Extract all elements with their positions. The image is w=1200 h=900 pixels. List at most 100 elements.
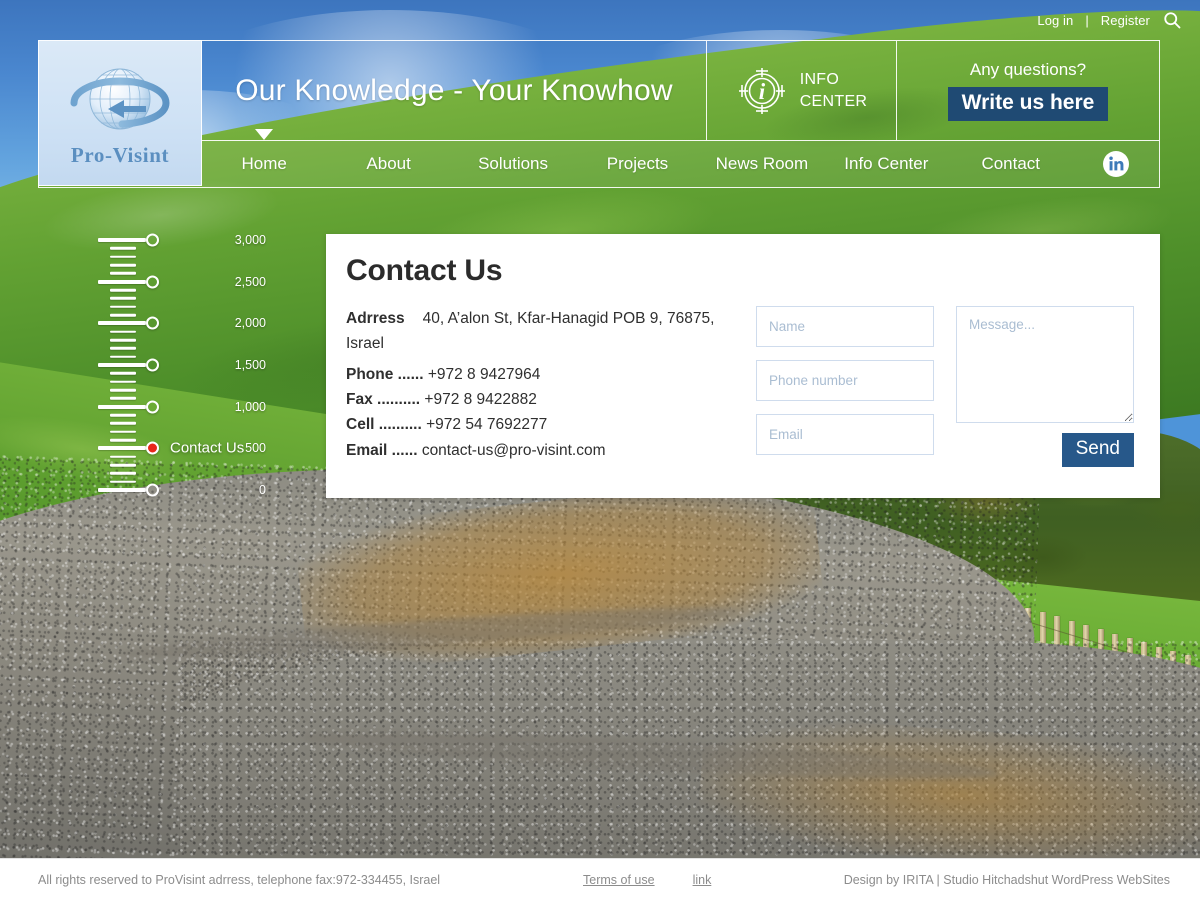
linkedin-icon[interactable] — [1102, 151, 1129, 177]
ruler-minor-tick — [110, 272, 136, 275]
nav-item-projects[interactable]: Projects — [575, 154, 699, 174]
ruler-minor-tick — [110, 247, 136, 250]
info-center-label: INFO CENTER — [800, 69, 868, 112]
globe-orbit-icon — [70, 68, 170, 129]
ruler-node[interactable] — [146, 316, 159, 330]
detail-key: Cell .......... — [346, 416, 422, 434]
ruler-minor-tick — [110, 422, 136, 425]
nav-item-info-center[interactable]: Info Center — [824, 154, 948, 174]
send-button[interactable]: Send — [1061, 433, 1134, 467]
ruler-minor-tick — [110, 288, 136, 292]
message-textarea[interactable] — [956, 306, 1134, 423]
ruler-minor-tick — [110, 355, 136, 358]
info-center-line1: INFO — [799, 70, 840, 88]
ruler-minor-tick — [110, 430, 136, 433]
ruler-minor-tick — [110, 388, 136, 392]
detail-key: Email ...... — [346, 441, 418, 459]
email-input[interactable] — [756, 414, 934, 455]
page-scale-ruler: 3,000 2,500 2,000 1,500 1,000 500 Contact Us 0 — [36, 228, 266, 498]
ask-block: Any questions? Write us here — [897, 41, 1159, 140]
contact-card: Contact Us Adrress 40, A’alon St, Kfar-Ha… — [326, 234, 1160, 498]
site-footer: All rights reserved to ProVisint adrress… — [0, 858, 1200, 900]
ruler-minor-tick — [110, 313, 136, 317]
nav-item-contact[interactable]: Contact — [949, 154, 1073, 174]
ruler-node[interactable] — [146, 400, 159, 414]
info-target-icon: i — [738, 67, 785, 114]
ruler-current-label: Contact Us — [170, 439, 245, 457]
site-header: Pro-Visint Our Knowledge - Your Knowhow — [38, 40, 1160, 188]
ruler-minor-tick — [110, 413, 136, 417]
detail-value: +972 54 7692277 — [426, 416, 548, 434]
ruler-major-tick — [98, 446, 146, 451]
page-title: Contact Us — [346, 254, 503, 287]
nav-item-about[interactable]: About — [326, 154, 450, 174]
info-center-block[interactable]: i INFO CENTER — [707, 41, 897, 140]
name-input[interactable] — [756, 306, 934, 347]
terms-of-use-link[interactable]: Terms of use — [583, 873, 655, 887]
nav-social-block — [1073, 151, 1159, 177]
nav-item-news-room[interactable]: News Room — [700, 154, 824, 174]
ruler-tick-label: 1,500 — [234, 358, 266, 372]
ruler-tick-label: 0 — [259, 483, 266, 497]
page-root: Log in | Register Pro-Visint Our Knowled… — [0, 0, 1200, 900]
ruler-minor-tick — [110, 397, 136, 400]
nav-item-solutions[interactable]: Solutions — [451, 154, 575, 174]
form-right-column: Send — [956, 306, 1134, 467]
ask-question: Any questions? — [969, 60, 1087, 80]
contact-details: Adrress 40, A’alon St, Kfar-Hanagid POB 9… — [346, 306, 746, 463]
detail-row: Fax .......... +972 8 9422882 — [346, 387, 746, 412]
phone-input[interactable] — [756, 360, 934, 401]
register-link[interactable]: Register — [1101, 13, 1150, 28]
top-utility-bar: Log in | Register — [0, 0, 1200, 40]
info-center-line2: CENTER — [799, 92, 868, 110]
ruler-minor-tick — [110, 305, 136, 308]
header-top-row: Our Knowledge - Your Knowhow i INFO CENT… — [202, 41, 1159, 140]
ruler-major-tick — [98, 321, 146, 326]
footer-links: Terms of use link — [583, 873, 711, 887]
ruler-node[interactable] — [146, 483, 159, 497]
detail-row: Email ...... contact-us@pro-visint.com — [346, 438, 746, 463]
ruler-node[interactable] — [146, 358, 159, 372]
logo-block[interactable]: Pro-Visint — [38, 40, 202, 186]
ruler-minor-tick — [110, 480, 136, 483]
ruler-minor-tick — [110, 297, 136, 300]
ruler-major-tick — [98, 488, 146, 492]
ruler-node[interactable] — [146, 233, 159, 247]
address-row: Adrress 40, A’alon St, Kfar-Hanagid POB 9… — [346, 306, 746, 356]
search-icon[interactable] — [1162, 10, 1182, 30]
detail-row: Phone ...... +972 8 9427964 — [346, 362, 746, 387]
ruler-node-current[interactable] — [146, 441, 159, 455]
ruler-minor-tick — [110, 463, 136, 467]
detail-key: Fax .......... — [346, 391, 421, 409]
brand-name: Pro-Visint — [70, 142, 170, 167]
detail-value: +972 8 9427964 — [427, 366, 541, 384]
tagline: Our Knowledge - Your Knowhow — [235, 73, 673, 107]
ruler-minor-tick — [110, 263, 136, 267]
address-key: Adrress — [346, 310, 405, 327]
ruler-tick-label: 1,000 — [234, 399, 266, 414]
ruler-minor-tick — [110, 347, 136, 350]
ruler-minor-tick — [110, 380, 136, 383]
detail-value: contact-us@pro-visint.com — [421, 441, 606, 459]
ruler-tick-label: 2,500 — [234, 274, 266, 289]
detail-row: Cell .......... +972 54 7692277 — [346, 412, 746, 437]
detail-value: +972 8 9422882 — [424, 391, 537, 409]
write-us-here-button[interactable]: Write us here — [947, 87, 1109, 121]
ruler-minor-tick — [110, 438, 136, 442]
ruler-minor-tick — [110, 472, 136, 475]
svg-text:i: i — [759, 79, 766, 104]
topbar-separator: | — [1085, 12, 1089, 28]
login-link[interactable]: Log in — [1037, 13, 1073, 28]
ruler-tick-label: 2,000 — [234, 316, 266, 331]
generic-link[interactable]: link — [693, 873, 712, 887]
ruler-node[interactable] — [146, 275, 159, 289]
nav-item-home[interactable]: Home — [202, 154, 326, 174]
ruler-tick-label: 3,000 — [234, 233, 266, 247]
form-left-column — [756, 306, 934, 467]
ruler-minor-tick — [110, 455, 136, 458]
contact-form: Send — [756, 306, 1146, 467]
ruler-minor-tick — [110, 338, 136, 342]
footer-credit: Design by IRITA | Studio Hitchadshut Wor… — [843, 872, 1170, 887]
footer-copyright: All rights reserved to ProVisint adrress… — [38, 872, 441, 887]
ruler-minor-tick — [110, 372, 136, 375]
